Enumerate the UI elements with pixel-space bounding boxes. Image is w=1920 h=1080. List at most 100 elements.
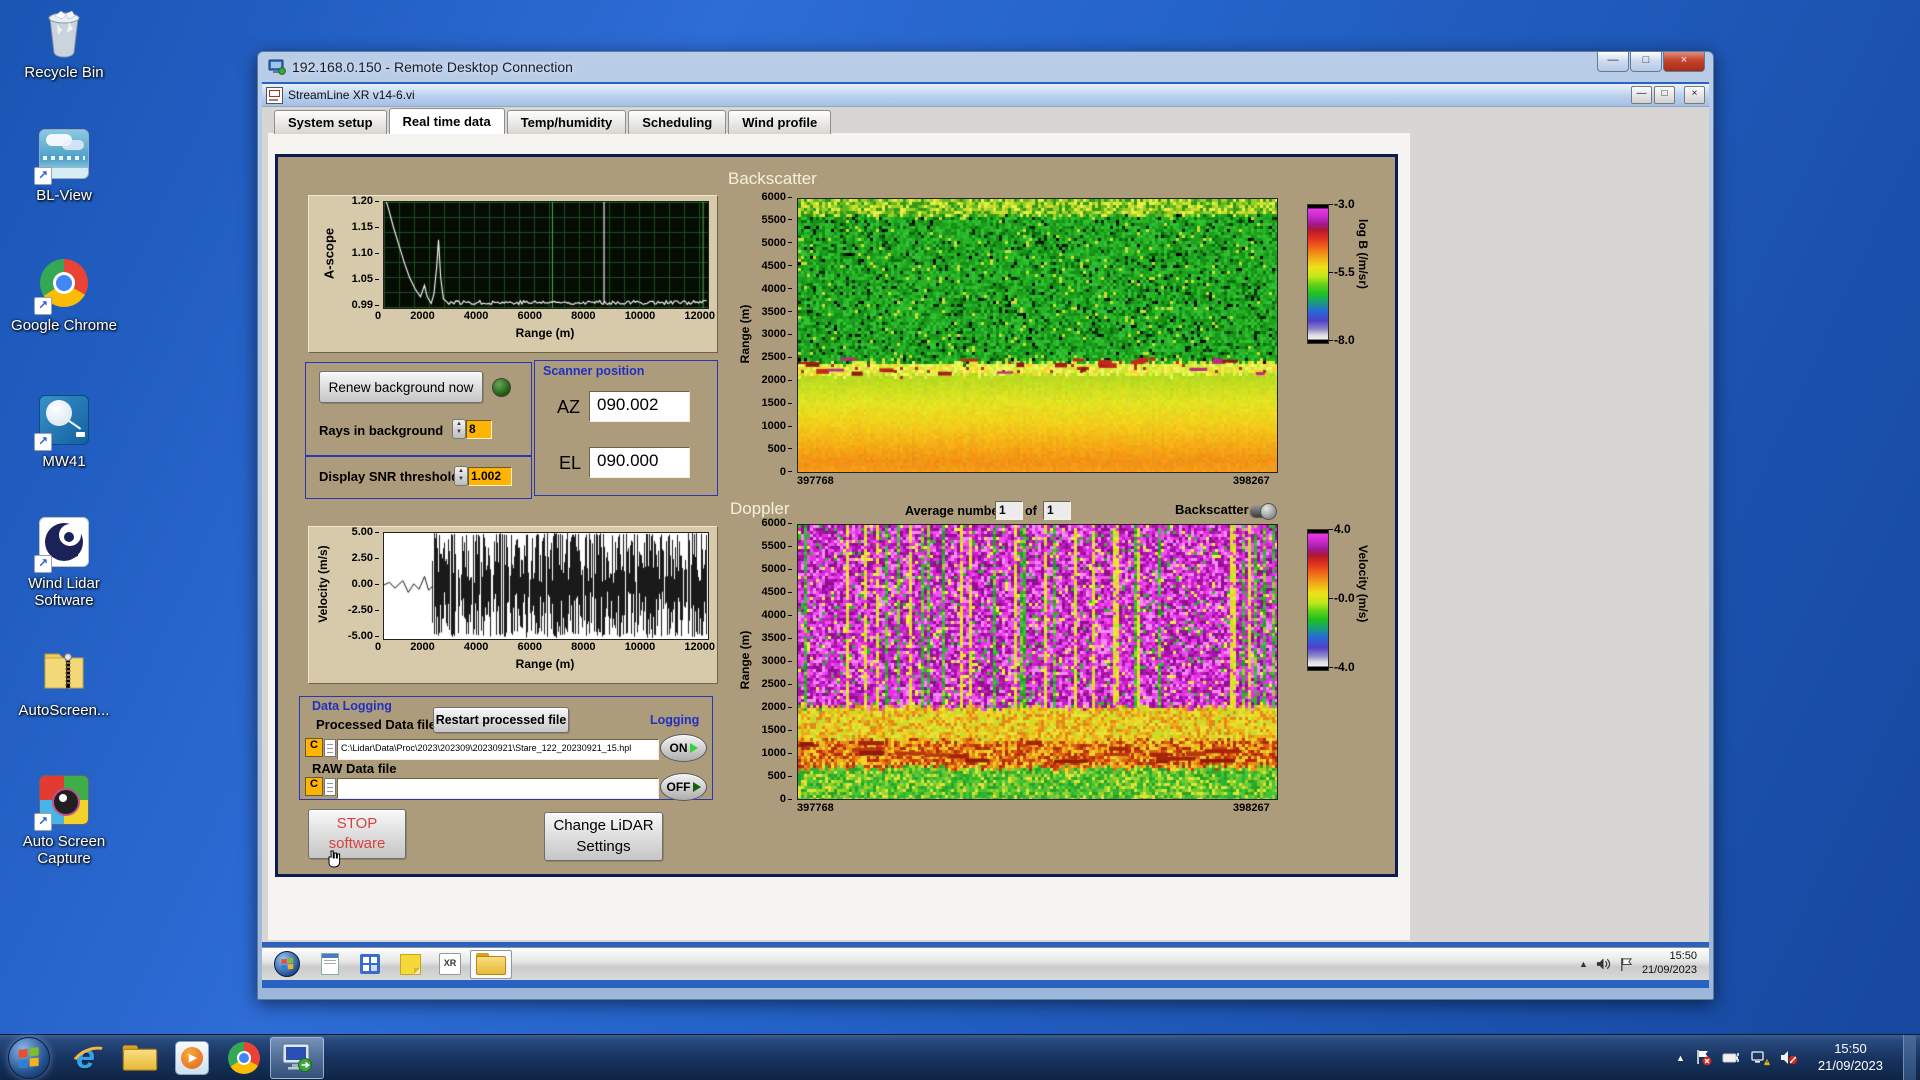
desktop-icon-mw41[interactable]: ↗ MW41	[10, 392, 118, 470]
desktop-icon-recycle-bin[interactable]: Recycle Bin	[10, 6, 118, 81]
average-number-field[interactable]: 1	[995, 501, 1023, 520]
doppler-y-tick: 2000	[762, 701, 792, 713]
doppler-heatmap	[797, 524, 1278, 800]
remote-desktop-session: StreamLine XR v14-6.vi — □ × System setu…	[262, 82, 1709, 988]
taskbar-media-player[interactable]: ▶	[166, 1038, 218, 1078]
rdp-maximize-button[interactable]: □	[1630, 52, 1662, 72]
chrome-icon: ↗	[37, 259, 91, 313]
media-player-icon: ▶	[175, 1041, 209, 1075]
doppler-colorbar-tick: -4.0	[1329, 660, 1355, 674]
vi-maximize-button[interactable]: □	[1654, 86, 1675, 104]
backscatter-y-tick: 6000	[762, 191, 792, 203]
show-desktop-button[interactable]	[1903, 1035, 1916, 1080]
restart-processed-file-button[interactable]: Restart processed file	[433, 707, 569, 733]
backscatter-colorbar-label: log B (/m/sr)	[1356, 219, 1370, 289]
logging-label: Logging	[650, 713, 699, 727]
el-value-field[interactable]: 090.000	[589, 447, 690, 478]
raw-logging-off-button[interactable]: OFF	[660, 773, 707, 801]
network-status-icon[interactable]	[1751, 1050, 1770, 1066]
remote-task-xr-app[interactable]: XR	[430, 951, 470, 978]
desktop-icon-wind-lidar[interactable]: ↗ Wind Lidar Software	[10, 514, 118, 610]
velocity-x-tick: 0	[375, 641, 381, 653]
volume-muted-icon[interactable]	[1780, 1050, 1798, 1065]
taskbar-clock[interactable]: 15:50 21/09/2023	[1808, 1041, 1893, 1075]
snr-value-field[interactable]: 1.002	[468, 467, 512, 486]
tab-scheduling[interactable]: Scheduling	[628, 110, 726, 134]
system-tray: ▲ 1	[1676, 1035, 1920, 1080]
desktop-icon-bl-view[interactable]: ↗ BL-View	[10, 126, 118, 204]
ascope-x-axis-label: Range (m)	[383, 326, 707, 340]
processed-drive-selector[interactable]: C	[305, 738, 323, 757]
remote-clock[interactable]: 15:50 21/09/2023	[1642, 950, 1701, 978]
doppler-section-title: Doppler	[730, 499, 790, 519]
action-center-flag-icon[interactable]	[1695, 1049, 1712, 1066]
average-of-field[interactable]: 1	[1043, 501, 1071, 520]
bl-view-icon: ↗	[37, 129, 91, 183]
tab-real-time-data[interactable]: Real time data	[389, 108, 505, 134]
vi-titlebar[interactable]: StreamLine XR v14-6.vi — □ ×	[262, 84, 1709, 107]
desktop-icon-label: Google Chrome	[10, 317, 118, 334]
doppler-y-axis-label: Range (m)	[738, 610, 752, 710]
velocity-y-ticks: 5.002.500.00-2.50-5.00	[335, 526, 379, 642]
rays-spinner[interactable]: ▲▼	[452, 419, 466, 439]
tab-temp-humidity[interactable]: Temp/humidity	[507, 110, 626, 134]
velocity-y-tick: -2.50	[348, 604, 379, 616]
raw-drive-selector[interactable]: C	[305, 777, 323, 796]
stop-software-button[interactable]: STOP software	[308, 809, 406, 859]
rdp-close-button[interactable]: ×	[1663, 52, 1705, 72]
doppler-colorbar-label: Velocity (m/s)	[1356, 545, 1370, 622]
rdp-minimize-button[interactable]: —	[1597, 52, 1629, 72]
vi-window-title: StreamLine XR v14-6.vi	[288, 88, 1629, 102]
remote-volume-icon[interactable]	[1596, 957, 1611, 971]
remote-task-grid-app[interactable]	[350, 951, 390, 978]
ascope-x-tick: 0	[375, 310, 381, 322]
desktop-icon-auto-screen-capture[interactable]: ↗ Auto Screen Capture	[10, 772, 118, 868]
backscatter-y-tick: 2500	[762, 351, 792, 363]
desktop-icon-google-chrome[interactable]: ↗ Google Chrome	[10, 256, 118, 334]
doppler-y-tick: 500	[768, 770, 792, 782]
processed-path-field[interactable]: C:\Lidar\Data\Proc\2023\202309\20230921\…	[337, 739, 659, 760]
wind-lidar-icon: ↗	[37, 517, 91, 571]
on-button-label: ON	[670, 741, 688, 755]
taskbar-internet-explorer[interactable]: e	[62, 1038, 114, 1078]
start-button[interactable]	[8, 1037, 50, 1079]
desktop-icon-label: Wind Lidar Software	[10, 575, 118, 610]
remote-tray-expand-icon[interactable]: ▲	[1579, 959, 1588, 969]
rdp-titlebar[interactable]: 192.168.0.150 - Remote Desktop Connectio…	[262, 52, 1709, 82]
processed-browse-icon[interactable]	[324, 739, 336, 757]
raw-path-field[interactable]	[337, 778, 659, 799]
remote-task-sticky-notes[interactable]	[390, 951, 430, 978]
rays-value-field[interactable]: 8	[466, 420, 492, 439]
remote-action-center-flag-icon[interactable]	[1619, 957, 1634, 972]
tab-system-setup[interactable]: System setup	[274, 110, 387, 134]
raw-data-file-label: RAW Data file	[312, 761, 397, 776]
power-battery-icon[interactable]	[1722, 1050, 1741, 1065]
vi-close-button[interactable]: ×	[1684, 86, 1705, 104]
tab-wind-profile[interactable]: Wind profile	[728, 110, 831, 134]
taskbar-google-chrome[interactable]	[218, 1038, 270, 1078]
doppler-y-tick: 3000	[762, 655, 792, 667]
desktop-icon-label: Recycle Bin	[10, 64, 118, 81]
processed-logging-on-button[interactable]: ON	[660, 734, 707, 762]
remote-task-notepad[interactable]	[310, 951, 350, 978]
tray-expand-icon[interactable]: ▲	[1676, 1053, 1685, 1063]
vi-minimize-button[interactable]: —	[1631, 86, 1652, 104]
desktop-icon-autoscreen-zip[interactable]: AutoScreen...	[10, 644, 118, 719]
zip-folder-icon	[37, 644, 91, 698]
change-lidar-settings-button[interactable]: Change LiDAR Settings	[544, 812, 663, 861]
backscatter-colorbar-tick: -3.0	[1329, 197, 1355, 211]
renew-background-button[interactable]: Renew background now	[319, 371, 483, 403]
velocity-graph: Velocity (m/s) 5.002.500.00-2.50-5.00 02…	[308, 526, 718, 684]
backscatter-toggle[interactable]	[1250, 505, 1276, 517]
backscatter-y-tick: 500	[768, 443, 792, 455]
raw-browse-icon[interactable]	[324, 778, 336, 796]
az-value-field[interactable]: 090.002	[589, 391, 690, 422]
taskbar-windows-explorer[interactable]	[114, 1038, 166, 1078]
remote-task-explorer[interactable]	[470, 950, 512, 979]
doppler-y-tick: 1500	[762, 724, 792, 736]
average-number-label: Average number	[905, 504, 1003, 518]
doppler-colorbar-tick: 4.0	[1329, 522, 1351, 536]
taskbar-remote-desktop[interactable]	[270, 1037, 324, 1079]
snr-spinner[interactable]: ▲▼	[454, 466, 468, 486]
remote-start-button[interactable]	[274, 951, 300, 977]
